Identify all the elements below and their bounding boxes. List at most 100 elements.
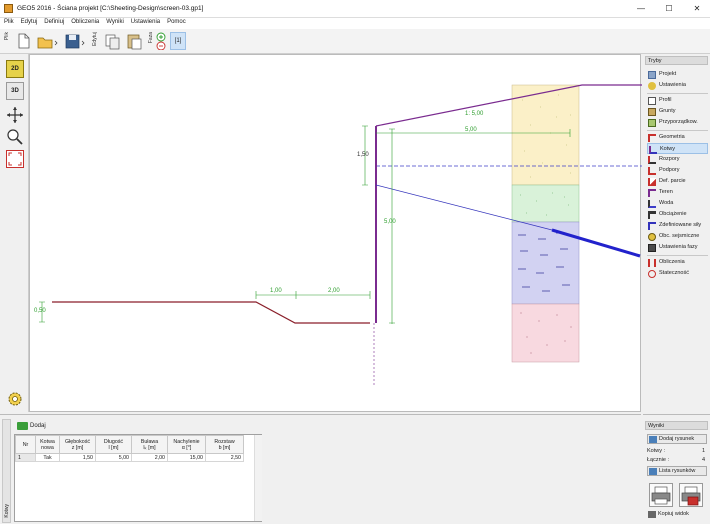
save-icon[interactable] [64,32,85,50]
table-scrollbar[interactable] [254,435,262,521]
table-row[interactable]: 1 Tak 1,50 5,00 2,00 15,00 2,50 [15,453,244,462]
berm-dimension-2: 2,00 [328,288,340,294]
open-folder-icon[interactable] [36,32,58,50]
soil-layer-4[interactable] [511,303,580,363]
mode-profil[interactable]: Profil [647,95,708,106]
print-icon[interactable] [649,483,673,507]
col-glebokosc: Głębokość z [m] [59,435,96,454]
stage-group-label: Faza [148,32,154,44]
mode-def-parcie[interactable]: Def. parcie [647,176,708,187]
col-dlugosc: Długość l [m] [95,435,132,454]
mode-obc-sejsmiczne[interactable]: Obc. sejsmiczne [647,231,708,242]
new-file-icon[interactable] [14,32,32,50]
stage-1-button[interactable]: [1] [170,32,186,50]
terrain-slope-label: 1: 5,00 [465,111,484,117]
mode-obliczenia[interactable]: Obliczenia [647,257,708,268]
move-icon[interactable] [6,106,24,124]
cell-nowa[interactable]: Tak [35,453,60,462]
col-nr: Nr [15,435,36,454]
fit-view-icon[interactable] [6,150,24,168]
left-toolbar: 2D 3D [0,54,29,412]
settings-icon [648,82,656,90]
soils-icon [648,108,656,116]
menu-plik[interactable]: Plik [0,18,14,25]
stage-settings-icon [648,244,656,252]
mode-ustawienia[interactable]: Ustawienia [647,80,708,91]
mode-geometria[interactable]: Geometria [647,132,708,143]
terrain-surface-line[interactable] [375,84,642,127]
menu-definiuj[interactable]: Definiuj [40,18,64,25]
add-drawing-icon [649,436,657,443]
menu-wyniki[interactable]: Wyniki [102,18,124,25]
forces-icon [648,222,656,230]
paste-data-icon[interactable] [125,32,143,50]
profile-icon [648,97,656,105]
assign-icon [648,119,656,127]
excavation-ground-line[interactable] [52,301,370,324]
results-panel: Wyniki Dodaj rysunek Kotwy :1 Łącznie :4… [643,414,710,524]
left-height-dimension: 0,50 [34,308,46,314]
mode-rozpory[interactable]: Rozpory [647,154,708,165]
edit-group-label: Edytuj [92,32,98,46]
minimize-button[interactable]: — [628,2,654,16]
soil-layer-2[interactable] [511,184,580,223]
close-button[interactable]: ✕ [684,2,710,16]
anchors-table: Nr Kotwa nowa Głębokość z [m] Długość l [m]… [14,434,262,522]
mode-przyporzadkowanie[interactable]: Przyporządkow. [647,117,708,128]
list-drawings-button[interactable]: Lista rysunków [647,466,707,476]
col-nachylenie: Nachylenie α [°] [167,435,206,454]
cell-nachylenie[interactable]: 15,00 [167,453,206,462]
cell-bulawa[interactable]: 2,00 [131,453,168,462]
copy-view-icon [648,511,656,518]
title-bar: GEO5 2016 - Ściana projekt [C:\Sheeting-… [0,0,710,18]
modes-header: Tryby [645,56,708,65]
zoom-icon[interactable] [6,128,24,146]
add-stage-icon[interactable] [156,32,166,51]
settings-gear-icon[interactable] [6,390,24,408]
mode-teren[interactable]: Teren [647,187,708,198]
props-icon [648,156,656,164]
drawing-canvas[interactable]: 1,50 5,00 5,00 1: 5,00 0,50 1,00 2,00 [29,54,642,412]
anchors-vertical-tab[interactable]: Kotwy [2,419,11,523]
menu-ustawienia[interactable]: Ustawienia [127,18,160,25]
mode-ustawienia-fazy[interactable]: Ustawienia fazy [647,242,708,253]
earthquake-icon [648,233,656,241]
print-export-icon[interactable] [679,483,703,507]
sheeting-wall-drawing: 1,50 5,00 5,00 1: 5,00 0,50 1,00 2,00 [34,84,642,385]
copy-data-icon[interactable] [103,32,121,50]
anchors-count-row: Kotwy :1 [647,448,705,454]
modes-separator [647,93,708,94]
mode-obciazenie[interactable]: Obciążenie [647,209,708,220]
mode-statecznosc[interactable]: Stateczność [647,268,708,279]
mode-podpory[interactable]: Podpory [647,165,708,176]
stability-icon [648,270,656,278]
view-2d-button[interactable]: 2D [6,60,24,78]
mode-woda[interactable]: Woda [647,198,708,209]
copy-view-button[interactable]: Kopiuj widok [647,510,707,520]
menu-obliczenia[interactable]: Obliczenia [67,18,99,25]
add-icon [17,422,28,430]
menu-edytuj[interactable]: Edytuj [17,18,38,25]
file-group-label: Plik [4,32,10,41]
cell-nr[interactable]: 1 [15,453,36,462]
maximize-button[interactable]: ☐ [656,2,682,16]
total-count-row: Łącznie :4 [647,457,705,463]
surcharge-icon [648,211,656,219]
menu-pomoc[interactable]: Pomoc [163,18,186,25]
anchor-length-dimension: 5,00 [465,127,477,133]
mode-zdefiniowane-sily[interactable]: Zdefiniowane siły [647,220,708,231]
mode-kotwy[interactable]: Kotwy [647,143,708,154]
cell-dlugosc[interactable]: 5,00 [95,453,132,462]
anchors-icon [649,146,657,154]
add-anchor-button[interactable]: Dodaj [16,421,46,431]
add-drawing-button[interactable]: Dodaj rysunek [647,434,707,444]
cell-glebokosc[interactable]: 1,50 [59,453,96,462]
mode-projekt[interactable]: Projekt [647,69,708,80]
mode-grunty[interactable]: Grunty [647,106,708,117]
cell-rozstaw[interactable]: 2,50 [205,453,244,462]
modes-separator [647,130,708,131]
results-header: Wyniki [645,421,708,430]
col-bulawa: Buława lₖ [m] [131,435,168,454]
project-icon [648,71,656,79]
view-3d-button[interactable]: 3D [6,82,24,100]
